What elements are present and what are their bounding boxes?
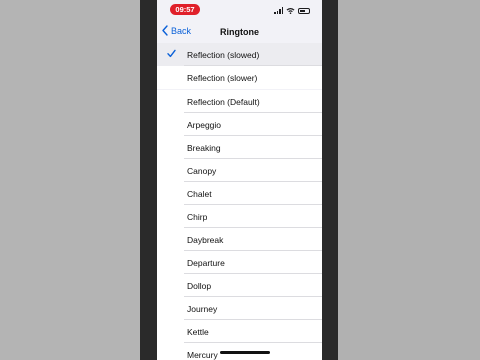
navigation-bar: Back Ringtone [157, 22, 322, 42]
ringtone-row[interactable]: Departure [157, 251, 322, 274]
ringtone-list: Reflection (Default) Arpeggio Breaking C… [157, 90, 322, 360]
ringtone-row[interactable]: Reflection (Default) [157, 90, 322, 113]
wifi-icon [286, 8, 295, 14]
ringtone-row[interactable]: Daybreak [157, 228, 322, 251]
ringtone-row[interactable]: Kettle [157, 320, 322, 343]
ringtone-label: Daybreak [187, 234, 224, 245]
phone-screen: 09:57 Back Ringtone Reflection (slowed) … [157, 0, 322, 360]
ringtone-row[interactable]: Chirp [157, 205, 322, 228]
custom-ringtone-group: Reflection (slowed) Reflection (slower) [157, 43, 322, 89]
ringtone-label: Arpeggio [187, 119, 222, 130]
ringtone-row[interactable]: Dollop [157, 274, 322, 297]
ringtone-label: Canopy [187, 165, 217, 176]
ringtone-row[interactable]: Arpeggio [157, 113, 322, 136]
ringtone-label: Chirp [187, 211, 208, 222]
status-bar: 09:57 [157, 0, 322, 20]
ringtone-label: Kettle [187, 326, 209, 337]
ringtone-row-reflection-slowed[interactable]: Reflection (slowed) [157, 43, 322, 66]
ringtone-label: Reflection (slower) [187, 72, 258, 83]
checkmark-icon [167, 49, 176, 58]
battery-icon [298, 8, 310, 14]
ringtone-label: Journey [187, 303, 218, 314]
ringtone-label: Chalet [187, 188, 212, 199]
status-icons [274, 6, 310, 14]
page-title: Ringtone [220, 27, 259, 37]
ringtone-row[interactable]: Journey [157, 297, 322, 320]
ringtone-row[interactable]: Canopy [157, 159, 322, 182]
background-edge-left [140, 0, 157, 360]
ringtone-label: Breaking [187, 142, 221, 153]
ringtone-label: Reflection (slowed) [187, 49, 260, 60]
ringtone-row[interactable]: Breaking [157, 136, 322, 159]
ringtone-row[interactable]: Chalet [157, 182, 322, 205]
cellular-signal-icon [274, 7, 283, 14]
ringtone-label: Dollop [187, 280, 212, 291]
home-indicator[interactable] [220, 351, 270, 354]
ringtone-label: Mercury [187, 349, 218, 360]
background-left [0, 0, 140, 360]
background-edge-right [322, 0, 338, 360]
status-time: 09:57 [170, 4, 200, 15]
ringtone-label: Departure [187, 257, 225, 268]
ringtone-row-reflection-slower[interactable]: Reflection (slower) [157, 66, 322, 89]
ringtone-label: Reflection (Default) [187, 96, 260, 107]
background-right [338, 0, 480, 360]
